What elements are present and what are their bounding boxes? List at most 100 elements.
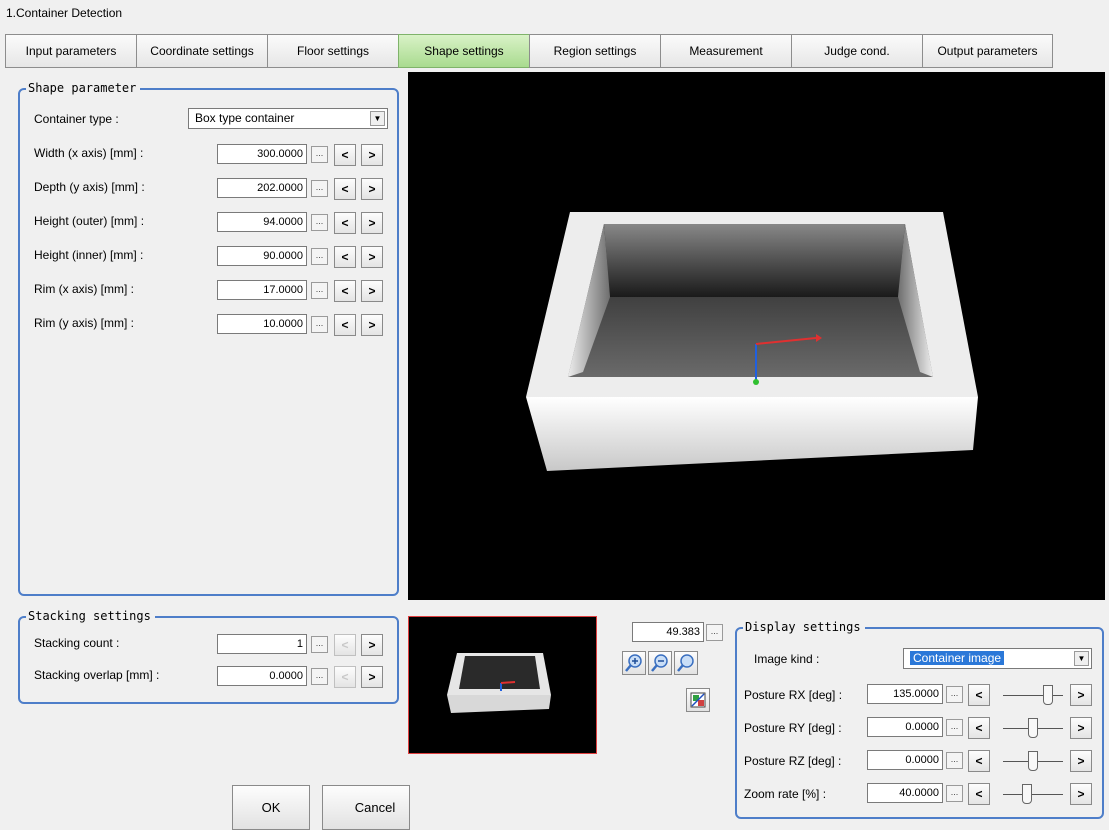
display-row-field[interactable]: 135.0000 <box>867 684 943 704</box>
shape-row-field[interactable]: 90.0000 <box>217 246 307 266</box>
shape-row-increment-button[interactable]: > <box>361 144 383 166</box>
shape-row-field[interactable]: 202.0000 <box>217 178 307 198</box>
shape-row-decrement-button[interactable]: < <box>334 280 356 302</box>
stacking-settings-group: Stacking settings <box>18 609 399 704</box>
stacking-overlap-decrement-button[interactable]: < <box>334 666 356 688</box>
display-row-increment-button[interactable]: > <box>1070 684 1092 706</box>
shape-row-field[interactable]: 300.0000 <box>217 144 307 164</box>
container-preview-render <box>447 653 551 713</box>
display-row-decrement-button[interactable]: < <box>968 717 990 739</box>
display-row-dots-button[interactable]: ... <box>946 719 963 736</box>
display-row-slider-thumb[interactable] <box>1028 751 1038 771</box>
display-row-field[interactable]: 40.0000 <box>867 783 943 803</box>
shape-row-decrement-button[interactable]: < <box>334 314 356 336</box>
display-row-dots-button[interactable]: ... <box>946 785 963 802</box>
stacking-overlap-increment-button[interactable]: > <box>361 666 383 688</box>
display-row-slider-thumb[interactable] <box>1028 718 1038 738</box>
stacking-count-dots-button[interactable]: ... <box>311 636 328 653</box>
tab-input-parameters[interactable]: Input parameters <box>5 34 136 68</box>
display-row-label: Posture RZ [deg] : <box>744 754 842 768</box>
shape-row-increment-button[interactable]: > <box>361 178 383 200</box>
shape-row-dots-button[interactable]: ... <box>311 146 328 163</box>
window-title: 1.Container Detection <box>6 6 123 20</box>
stacking-count-decrement-button[interactable]: < <box>334 634 356 656</box>
tab-coordinate-settings[interactable]: Coordinate settings <box>136 34 267 68</box>
shape-row-decrement-button[interactable]: < <box>334 212 356 234</box>
chevron-down-icon[interactable]: ▼ <box>370 111 385 126</box>
image-kind-value: Container image <box>910 651 1005 665</box>
shape-row-field[interactable]: 10.0000 <box>217 314 307 334</box>
display-row-increment-button[interactable]: > <box>1070 783 1092 805</box>
shape-row-label: Width (x axis) [mm] : <box>34 146 144 160</box>
tab-region-settings[interactable]: Region settings <box>529 34 660 68</box>
display-row-slider-thumb[interactable] <box>1022 784 1032 804</box>
shape-row-increment-button[interactable]: > <box>361 246 383 268</box>
container-3d-view[interactable] <box>408 72 1105 600</box>
container-type-value: Box type container <box>195 111 295 125</box>
display-settings-title: Display settings <box>743 620 865 634</box>
shape-row-label: Rim (y axis) [mm] : <box>34 316 134 330</box>
shape-row-decrement-button[interactable]: < <box>334 144 356 166</box>
display-row-label: Posture RY [deg] : <box>744 721 842 735</box>
zoom-out-icon[interactable] <box>648 651 672 675</box>
display-row-decrement-button[interactable]: < <box>968 750 990 772</box>
stacking-overlap-label: Stacking overlap [mm] : <box>34 668 160 682</box>
image-kind-select[interactable]: Container image ▼ <box>903 648 1092 669</box>
display-row-field[interactable]: 0.0000 <box>867 717 943 737</box>
display-row-label: Posture RX [deg] : <box>744 688 843 702</box>
display-row-dots-button[interactable]: ... <box>946 752 963 769</box>
display-row-decrement-button[interactable]: < <box>968 783 990 805</box>
display-row-decrement-button[interactable]: < <box>968 684 990 706</box>
shape-row-decrement-button[interactable]: < <box>334 246 356 268</box>
container-type-label: Container type : <box>34 112 119 126</box>
tab-bar: Input parameters Coordinate settings Flo… <box>5 34 1053 68</box>
stacking-overlap-field[interactable]: 0.0000 <box>217 666 307 686</box>
shape-row-label: Rim (x axis) [mm] : <box>34 282 134 296</box>
fit-view-icon[interactable] <box>686 688 710 712</box>
container-3d-render <box>526 212 978 471</box>
shape-row-dots-button[interactable]: ... <box>311 248 328 265</box>
stacking-count-label: Stacking count : <box>34 636 120 650</box>
chevron-down-icon[interactable]: ▼ <box>1074 651 1089 666</box>
shape-row-label: Height (outer) [mm] : <box>34 214 145 228</box>
zoom-fit-icon[interactable] <box>674 651 698 675</box>
shape-row-field[interactable]: 94.0000 <box>217 212 307 232</box>
stacking-count-field[interactable]: 1 <box>217 634 307 654</box>
tab-measurement[interactable]: Measurement <box>660 34 791 68</box>
display-row-field[interactable]: 0.0000 <box>867 750 943 770</box>
zoom-value-dots-button[interactable]: ... <box>706 624 723 641</box>
stacking-settings-title: Stacking settings <box>26 609 155 623</box>
shape-row-dots-button[interactable]: ... <box>311 180 328 197</box>
display-row-increment-button[interactable]: > <box>1070 717 1092 739</box>
shape-row-increment-button[interactable]: > <box>361 212 383 234</box>
display-row-slider-thumb[interactable] <box>1043 685 1053 705</box>
shape-row-field[interactable]: 17.0000 <box>217 280 307 300</box>
stacking-count-increment-button[interactable]: > <box>361 634 383 656</box>
shape-row-increment-button[interactable]: > <box>361 280 383 302</box>
tab-shape-settings[interactable]: Shape settings <box>398 34 529 68</box>
tab-floor-settings[interactable]: Floor settings <box>267 34 398 68</box>
display-row-dots-button[interactable]: ... <box>946 686 963 703</box>
container-type-select[interactable]: Box type container ▼ <box>188 108 388 129</box>
display-row-slider-track[interactable] <box>1003 794 1063 795</box>
display-row-slider-track[interactable] <box>1003 695 1063 696</box>
shape-row-dots-button[interactable]: ... <box>311 214 328 231</box>
tab-judge-cond[interactable]: Judge cond. <box>791 34 922 68</box>
stacking-overlap-dots-button[interactable]: ... <box>311 668 328 685</box>
shape-row-increment-button[interactable]: > <box>361 314 383 336</box>
tab-output-parameters[interactable]: Output parameters <box>922 34 1053 68</box>
shape-row-label: Depth (y axis) [mm] : <box>34 180 145 194</box>
container-preview[interactable] <box>408 616 597 754</box>
shape-row-dots-button[interactable]: ... <box>311 282 328 299</box>
display-row-label: Zoom rate [%] : <box>744 787 827 801</box>
zoom-value-field[interactable]: 49.383 <box>632 622 704 642</box>
image-kind-label: Image kind : <box>754 652 820 666</box>
shape-row-label: Height (inner) [mm] : <box>34 248 144 262</box>
zoom-in-icon[interactable] <box>622 651 646 675</box>
shape-row-dots-button[interactable]: ... <box>311 316 328 333</box>
shape-parameter-title: Shape parameter <box>26 81 141 95</box>
display-row-increment-button[interactable]: > <box>1070 750 1092 772</box>
cancel-button[interactable]: Cancel <box>322 785 410 830</box>
shape-row-decrement-button[interactable]: < <box>334 178 356 200</box>
ok-button[interactable]: OK <box>232 785 310 830</box>
